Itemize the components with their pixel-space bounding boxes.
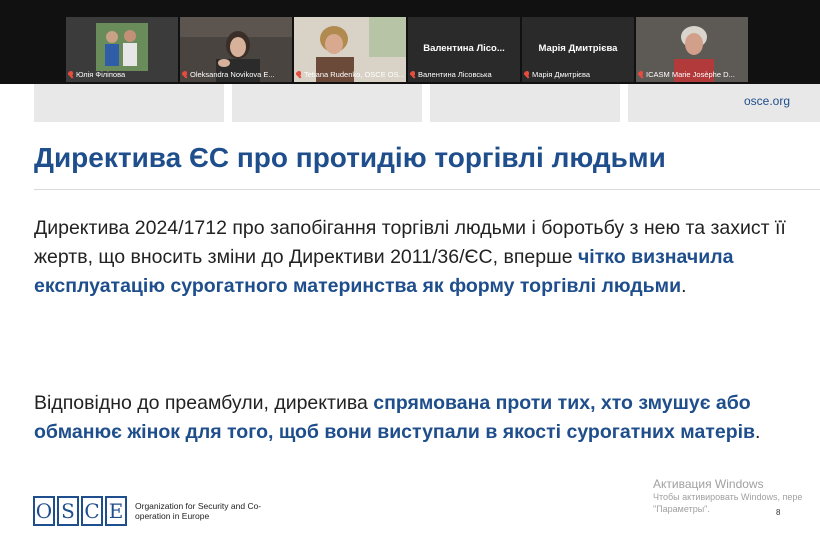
participant-name: Oleksandra Novikova E... xyxy=(182,70,290,79)
logo-letter: O xyxy=(33,496,55,526)
page-number: 8 xyxy=(776,508,781,517)
slide-header-band xyxy=(430,84,620,122)
participant-tile-4[interactable]: Валентина Лісо... Валентина Лісовська xyxy=(408,17,520,82)
mic-muted-icon xyxy=(410,71,416,78)
slide-header-band xyxy=(34,84,224,122)
mic-muted-icon xyxy=(638,71,644,78)
participant-tile-1[interactable]: Юлія Філіпова xyxy=(66,17,178,82)
mic-muted-icon xyxy=(68,71,74,78)
logo-letter: S xyxy=(57,496,79,526)
participant-name: Юлія Філіпова xyxy=(68,70,176,79)
watermark-line: Чтобы активировать Windows, пере xyxy=(653,492,803,502)
slide-header-band xyxy=(232,84,422,122)
osce-logo: O S C E Organization for Security and Co… xyxy=(33,496,275,526)
participant-display-name: Валентина Лісо... xyxy=(423,43,505,54)
mic-muted-icon xyxy=(182,71,188,78)
watermark-title: Активация Windows xyxy=(653,477,764,491)
slide-header-band xyxy=(628,84,820,122)
participant-name: Марія Дмитрієва xyxy=(524,70,632,79)
participant-tile-5[interactable]: Марія Дмитрієва Марія Дмитрієва xyxy=(522,17,634,82)
participant-name: Валентина Лісовська xyxy=(410,70,518,79)
title-divider xyxy=(34,189,820,190)
slide-paragraph-2: Відповідно до преамбули, директива спрям… xyxy=(34,392,761,443)
mic-muted-icon xyxy=(524,71,530,78)
participant-tile-6[interactable]: ICASM Marie Josèphe D... xyxy=(636,17,748,82)
participant-display-name: Марія Дмитрієва xyxy=(538,43,618,54)
logo-letter: C xyxy=(81,496,103,526)
participant-tile-2[interactable]: Oleksandra Novikova E... xyxy=(180,17,292,82)
mic-muted-icon xyxy=(296,71,302,78)
participant-tile-3-active-speaker[interactable]: Tetiana Rudenko, OSCE OS... xyxy=(294,17,406,82)
video-participants-bar: Юлія Філіпова Oleksandra Novikova E... T… xyxy=(0,0,820,84)
participant-name: Tetiana Rudenko, OSCE OS... xyxy=(296,70,404,79)
slide-paragraph-1: Директива 2024/1712 про запобігання торг… xyxy=(34,217,786,297)
organization-name: Organization for Security and Co-operati… xyxy=(135,501,262,521)
slide-title: Директива ЄС про протидію торгівлі людьм… xyxy=(34,142,666,173)
website-link: osce.org xyxy=(743,94,790,108)
participant-name: ICASM Marie Josèphe D... xyxy=(638,70,746,79)
logo-letter: E xyxy=(105,496,127,526)
